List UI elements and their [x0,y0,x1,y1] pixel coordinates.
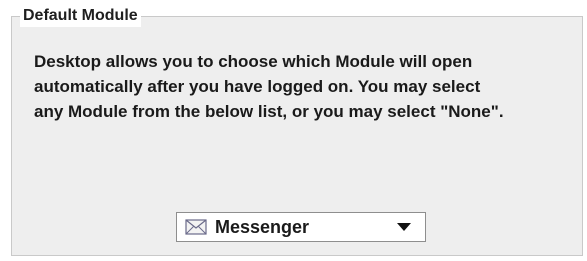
envelope-icon [185,219,207,235]
module-select-value: Messenger [215,216,310,237]
module-select[interactable]: Messenger [176,212,426,242]
chevron-down-icon[interactable] [397,223,411,231]
panel-title: Default Module [20,6,141,27]
panel-description: Desktop allows you to choose which Modul… [34,52,504,121]
